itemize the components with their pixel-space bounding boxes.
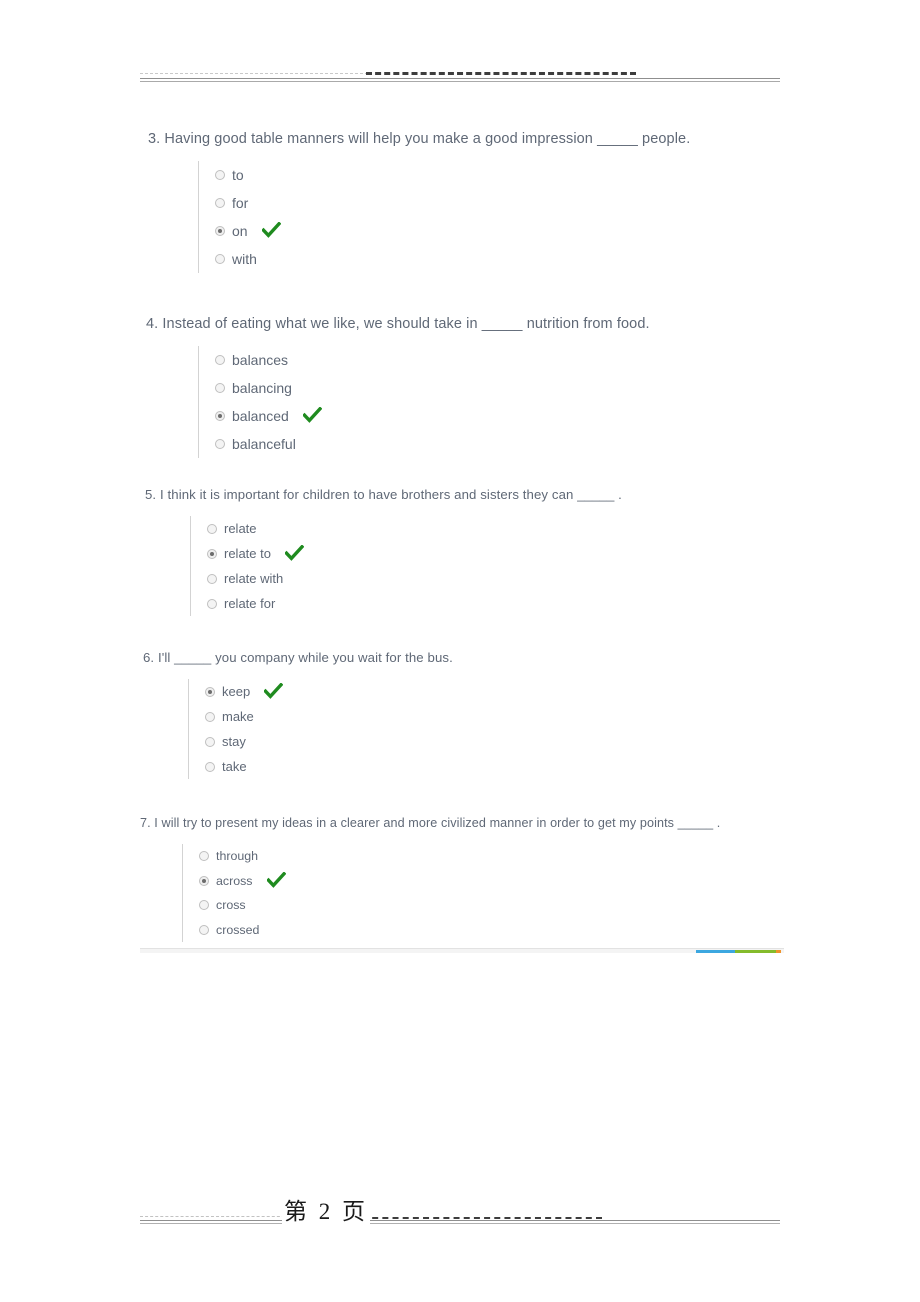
radio-button[interactable] [207,523,217,534]
option-row[interactable]: keep [189,679,453,704]
question-block-q5: 5. I think it is important for children … [145,487,622,616]
progress-blue-segment [696,950,736,953]
page-number-label: 第 2 页 [140,1192,782,1226]
radio-button[interactable] [215,170,225,180]
radio-button[interactable] [215,355,225,365]
question-text: 7. I will try to present my ideas in a c… [140,816,721,830]
progress-orange-segment [775,950,781,953]
radio-button[interactable] [207,598,217,609]
option-row[interactable]: for [199,189,690,217]
option-label[interactable]: on [232,223,248,239]
option-row[interactable]: on [199,217,690,245]
question-block-q6: 6. I'll _____ you company while you wait… [143,650,453,779]
radio-button[interactable] [215,383,225,393]
option-group: relate relate to relate with relate for [190,516,622,616]
option-row[interactable]: make [189,704,453,729]
option-label[interactable]: make [222,709,254,724]
option-row[interactable]: crossed [183,918,720,943]
option-row[interactable]: balanced [199,402,650,430]
radio-button[interactable] [205,761,215,772]
option-row[interactable]: cross [183,893,720,918]
radio-button[interactable] [215,198,225,208]
radio-button-selected[interactable] [215,411,225,421]
radio-button[interactable] [199,924,209,935]
radio-button-selected[interactable] [199,875,209,886]
option-row[interactable]: relate with [191,566,622,591]
progress-green-segment [735,950,776,953]
option-label[interactable]: across [216,874,253,888]
content-bottom-divider [140,948,784,953]
option-label[interactable]: cross [216,898,246,912]
radio-button-selected[interactable] [207,548,217,559]
option-group: balances balancing balanced balanceful [198,346,650,458]
option-row[interactable]: stay [189,729,453,754]
correct-answer-check-icon [266,871,286,888]
option-label[interactable]: with [232,251,257,267]
question-text: 5. I think it is important for children … [145,487,622,502]
option-row[interactable]: through [183,844,720,869]
radio-button[interactable] [215,439,225,449]
option-row[interactable]: to [199,161,690,189]
page-number-text: 第 2 页 [282,1199,370,1224]
radio-button[interactable] [199,900,209,911]
question-text: 6. I'll _____ you company while you wait… [143,650,453,665]
radio-button[interactable] [215,254,225,264]
option-label[interactable]: relate [224,521,257,536]
option-label[interactable]: through [216,849,258,863]
progress-bar [696,950,781,953]
option-label[interactable]: balanced [232,408,289,424]
radio-button[interactable] [205,736,215,747]
option-row[interactable]: balanceful [199,430,650,458]
correct-answer-check-icon [284,544,304,561]
question-block-q7: 7. I will try to present my ideas in a c… [140,816,720,942]
radio-button-selected[interactable] [215,226,225,236]
option-label[interactable]: keep [222,684,250,699]
header-solid-line-bottom [140,81,780,82]
option-group: keep make stay take [188,679,453,779]
question-text: 4. Instead of eating what we like, we sh… [146,316,650,332]
option-row[interactable]: balancing [199,374,650,402]
option-row[interactable]: balances [199,346,650,374]
radio-button-selected[interactable] [205,686,215,697]
radio-button[interactable] [199,851,209,862]
header-dashed-dark-line [366,72,636,75]
option-label[interactable]: relate for [224,596,275,611]
option-label[interactable]: to [232,167,244,183]
correct-answer-check-icon [264,682,284,699]
option-label[interactable]: balancing [232,380,292,396]
radio-button[interactable] [205,711,215,722]
header-divider [140,68,780,82]
option-label[interactable]: relate to [224,546,271,561]
question-block-q4: 4. Instead of eating what we like, we sh… [146,316,650,458]
header-dashed-light-line [140,73,368,74]
correct-answer-check-icon [302,407,322,423]
option-row[interactable]: relate to [191,541,622,566]
option-label[interactable]: balanceful [232,436,296,452]
radio-button[interactable] [207,573,217,584]
option-row[interactable]: relate for [191,591,622,616]
option-row[interactable]: take [189,754,453,779]
option-row[interactable]: relate [191,516,622,541]
option-label[interactable]: crossed [216,923,259,937]
question-block-q3: 3. Having good table manners will help y… [148,131,690,273]
option-group: to for on with [198,161,690,273]
option-label[interactable]: stay [222,734,246,749]
option-row[interactable]: across [183,869,720,894]
option-group: through across cross crossed [182,844,720,942]
option-label[interactable]: for [232,195,248,211]
option-label[interactable]: take [222,759,247,774]
correct-answer-check-icon [261,222,281,238]
option-row[interactable]: with [199,245,690,273]
header-solid-line-top [140,78,780,79]
option-label[interactable]: balances [232,352,288,368]
question-text: 3. Having good table manners will help y… [148,131,691,147]
option-label[interactable]: relate with [224,571,283,586]
